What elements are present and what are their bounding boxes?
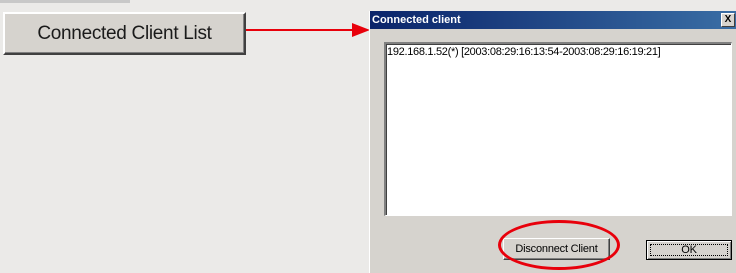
client-list[interactable]: 192.168.1.52(*) [2003:08:29:16:13:54-200… (384, 42, 732, 216)
highlight-circle-annotation (498, 220, 620, 270)
close-icon[interactable]: X (721, 13, 735, 27)
ok-button[interactable]: OK (646, 240, 732, 260)
dialog-title: Connected client (372, 14, 461, 26)
list-item[interactable]: 192.168.1.52(*) [2003:08:29:16:13:54-200… (387, 46, 730, 58)
focus-indicator (650, 244, 728, 256)
dialog-titlebar[interactable]: Connected client X (370, 11, 736, 29)
